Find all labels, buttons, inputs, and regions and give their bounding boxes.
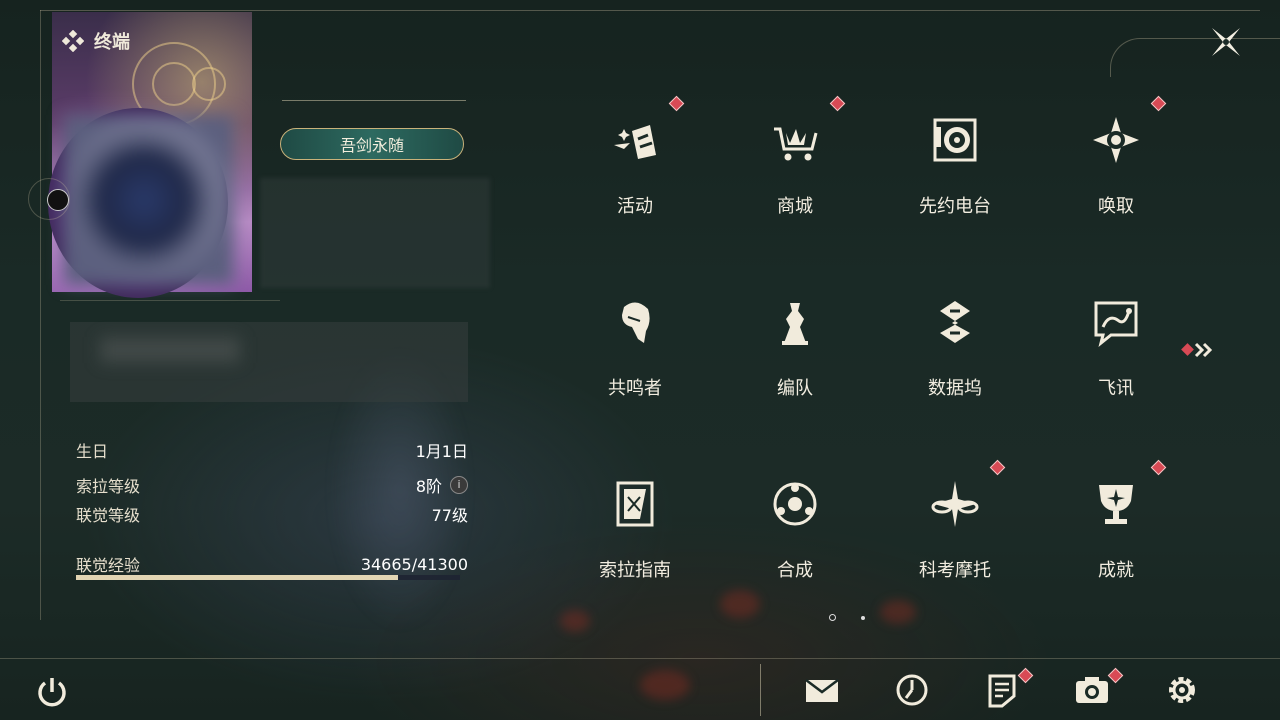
player-name-redacted [260, 178, 490, 288]
frame-line [40, 10, 1260, 11]
stat-label: 联觉等级 [76, 506, 141, 525]
background-flower [560, 610, 590, 632]
resonator-icon [622, 302, 650, 343]
signature-box[interactable] [70, 322, 468, 402]
message-icon [1094, 301, 1138, 347]
frame-line [0, 658, 1280, 659]
menu-item-resonator[interactable]: 共鸣者 [585, 282, 685, 412]
notification-badge [1107, 667, 1124, 684]
convene-icon [1093, 117, 1139, 163]
menu-item-label: 商城 [777, 196, 813, 217]
stat-label: 生日 [76, 442, 109, 461]
notification-badge [1017, 667, 1034, 684]
menu-item-team[interactable]: 编队 [745, 282, 845, 412]
divider [60, 300, 280, 301]
title-badge-text: 吾剑永随 [339, 136, 404, 155]
menu-item-label: 先约电台 [919, 196, 991, 217]
exp-progress-bar [76, 575, 460, 580]
stat-birthday: 生日 1月1日 [76, 438, 468, 462]
menu-item-label: 合成 [777, 560, 813, 581]
achievement-icon [1099, 485, 1133, 524]
frame-corner [1110, 38, 1280, 77]
background-flower [640, 670, 690, 700]
menu-item-label: 编队 [777, 378, 813, 399]
info-icon[interactable]: i [450, 476, 468, 494]
menu-item-guide[interactable]: 索拉指南 [585, 464, 685, 594]
exp-progress-fill [76, 575, 399, 580]
stat-value: 1月1日 [415, 442, 468, 461]
background-flower [880, 600, 916, 624]
shop-cart-icon [774, 127, 818, 161]
title-badge[interactable]: 吾剑永随 [280, 128, 464, 160]
mail-icon[interactable] [804, 672, 840, 708]
stat-label: 索拉等级 [76, 477, 141, 496]
clock-icon[interactable] [894, 672, 930, 708]
menu-item-label: 科考摩托 [919, 560, 991, 581]
menu-item-activity[interactable]: 活动 [585, 100, 685, 230]
stat-value-wrap: 8阶 i [416, 473, 468, 497]
guide-icon [616, 481, 654, 527]
stat-union-exp: 联觉经验 34665/41300 [76, 552, 468, 576]
title-text: 终端 [94, 32, 130, 53]
menu-item-motorcycle[interactable]: 科考摩托 [905, 464, 1005, 594]
menu-item-label: 成就 [1098, 560, 1134, 581]
next-page-arrow-icon[interactable] [1180, 340, 1220, 360]
menu-item-label: 数据坞 [928, 378, 982, 399]
menu-item-data-bank[interactable]: 数据坞 [905, 282, 1005, 412]
activity-icon [614, 125, 656, 159]
frame-line [40, 10, 41, 620]
settings-icon[interactable] [1164, 672, 1200, 708]
team-icon [782, 303, 808, 345]
motorcycle-icon [931, 481, 979, 527]
menu-item-label: 共鸣者 [608, 378, 662, 399]
menu-item-synthesis[interactable]: 合成 [745, 464, 845, 594]
menu-item-shop[interactable]: 商城 [745, 100, 845, 230]
menu-item-radio[interactable]: 先约电台 [905, 100, 1005, 230]
stat-value: 8阶 [415, 477, 442, 496]
data-bank-icon [940, 301, 970, 343]
synthesis-icon [773, 482, 817, 526]
bottom-bar-separator [760, 664, 761, 716]
menu-item-label: 活动 [617, 196, 653, 217]
stat-value: 77级 [431, 506, 468, 525]
menu-item-achievement[interactable]: 成就 [1066, 464, 1166, 594]
background-flower [720, 590, 760, 618]
radio-icon [933, 118, 977, 162]
power-icon[interactable] [34, 674, 70, 710]
stat-sola-level: 索拉等级 8阶 i [76, 473, 468, 497]
menu-item-convene[interactable]: 唤取 [1066, 100, 1166, 230]
stat-label: 联觉经验 [76, 556, 141, 575]
menu-item-label: 索拉指南 [599, 560, 671, 581]
close-icon[interactable] [1206, 22, 1246, 62]
camera-icon[interactable] [1074, 672, 1110, 708]
stat-value: 34665/41300 [360, 554, 468, 574]
page-indicator-active[interactable] [829, 614, 836, 621]
stat-union-level: 联觉等级 77级 [76, 502, 468, 526]
menu-item-label: 唤取 [1098, 196, 1134, 217]
menu-item-label: 飞讯 [1098, 378, 1134, 399]
card-pin-icon [28, 178, 70, 220]
page-title: 终端 [62, 28, 130, 54]
terminal-icon [62, 30, 84, 52]
notice-icon[interactable] [984, 672, 1020, 708]
menu-item-message[interactable]: 飞讯 [1066, 282, 1166, 412]
avatar[interactable] [64, 115, 234, 285]
name-underline [282, 100, 466, 101]
page-indicator[interactable] [861, 616, 865, 620]
